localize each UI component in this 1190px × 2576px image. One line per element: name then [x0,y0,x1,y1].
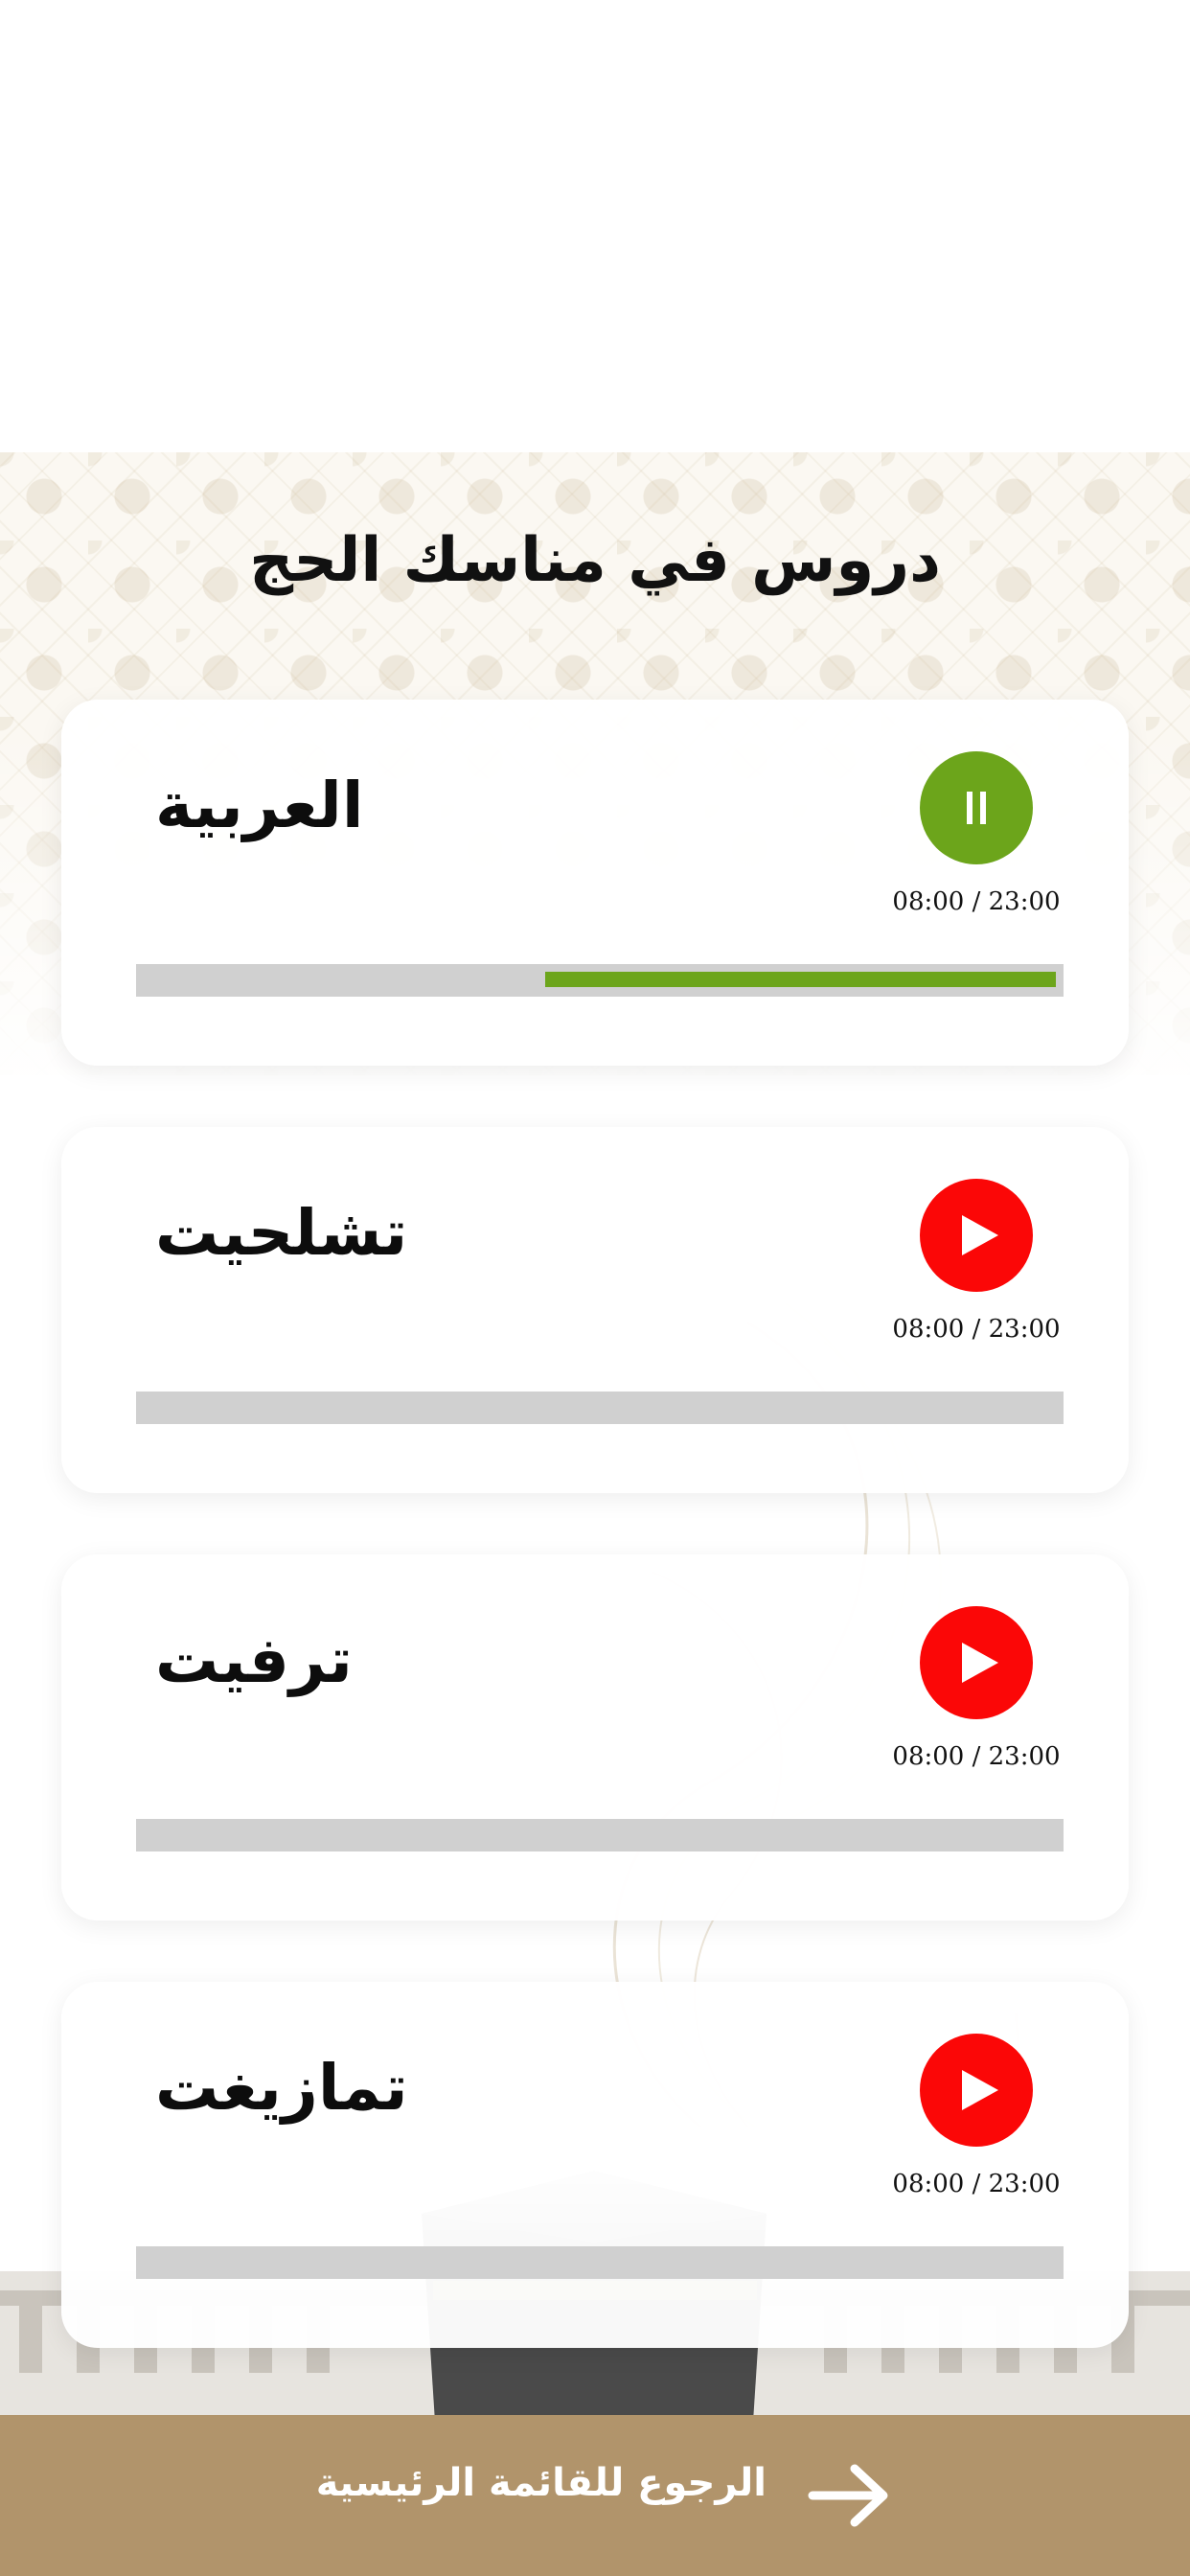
play-button[interactable] [920,1606,1033,1719]
lesson-title: العربية [155,769,364,842]
lesson-card-tamazight: تمازيغت 08:00 / 23:00 [61,1982,1129,2348]
lesson-title: تشلحيت [155,1196,408,1270]
lesson-time: 08:00 / 23:00 [892,887,1061,916]
lesson-card-tarifit: ترفيت 08:00 / 23:00 [61,1554,1129,1920]
arrow-right-icon [808,2464,888,2527]
play-icon [962,2070,998,2110]
lesson-title: ترفيت [155,1623,353,1697]
lesson-title: تمازيغت [155,2051,408,2125]
audio-progress-track[interactable] [136,1392,1064,1424]
play-button[interactable] [920,2034,1033,2147]
lesson-time: 08:00 / 23:00 [892,2170,1061,2198]
back-to-main-menu-button[interactable]: الرجوع للقائمة الرئيسية [0,2415,1190,2576]
play-button[interactable] [920,1179,1033,1292]
play-icon [962,1643,998,1683]
pause-icon [967,792,986,824]
lesson-time: 08:00 / 23:00 [892,1742,1061,1771]
audio-progress-track[interactable] [136,2246,1064,2279]
audio-progress-track[interactable] [136,964,1064,997]
audio-progress-fill [545,972,1056,987]
pause-button[interactable] [920,751,1033,864]
play-icon [962,1215,998,1255]
lessons-screen: دروس في مناسك الحج العربية 08:00 / 23:00… [0,0,1190,2576]
back-label: الرجوع للقائمة الرئيسية [315,2461,767,2505]
lesson-card-arabic: العربية 08:00 / 23:00 [61,700,1129,1066]
lesson-time: 08:00 / 23:00 [892,1315,1061,1344]
audio-progress-track[interactable] [136,1819,1064,1852]
lesson-card-tachelhit: تشلحيت 08:00 / 23:00 [61,1127,1129,1493]
page-title: دروس في مناسك الحج [249,525,941,596]
